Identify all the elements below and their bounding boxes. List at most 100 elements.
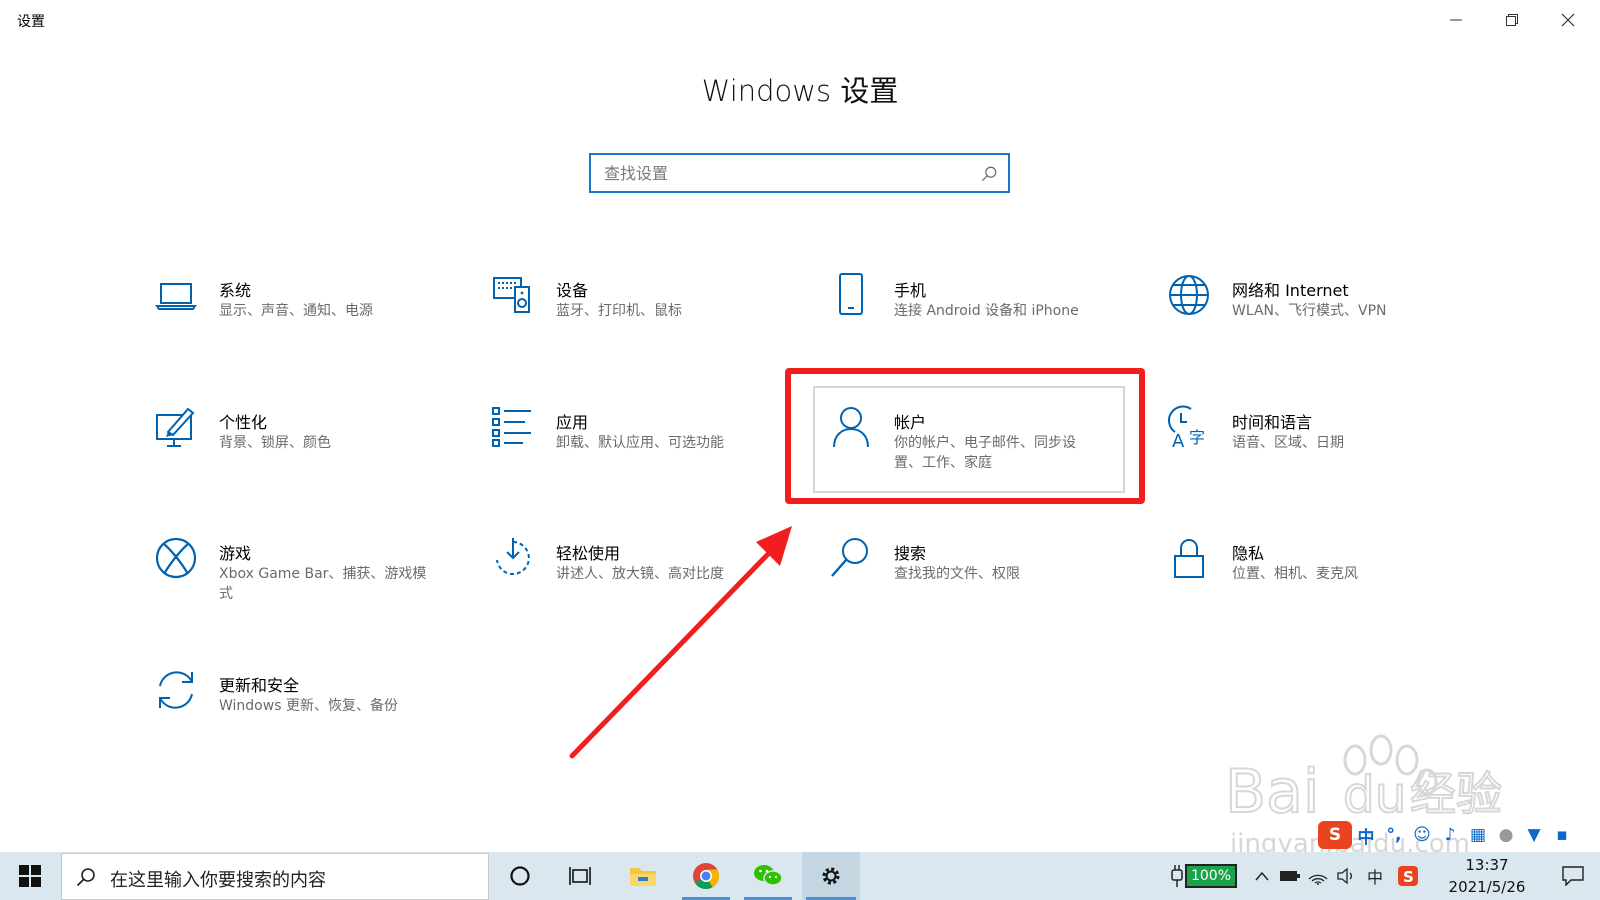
search-box[interactable]: [589, 153, 1010, 193]
tile-description: 卸载、默认应用、可选功能: [556, 435, 724, 451]
title-bar: 设置: [0, 0, 1600, 40]
ime-toolbar[interactable]: S 中 °, ☺ ♪ ▦ ● ▼ ▪: [1318, 818, 1600, 852]
sogou-logo-icon[interactable]: S: [1318, 821, 1352, 849]
tile-network[interactable]: 网络和 Internet WLAN、飞行模式、VPN: [1167, 273, 1467, 373]
input-language-indicator[interactable]: 中: [1361, 852, 1389, 900]
tile-description: 显示、声音、通知、电源: [219, 303, 373, 319]
tile-description: Xbox Game Bar、捕获、游戏模式: [219, 566, 427, 602]
keyboard-icon[interactable]: ▦: [1464, 821, 1492, 849]
ime-language-indicator[interactable]: 中: [1352, 821, 1380, 849]
tile-devices[interactable]: 设备 蓝牙、打印机、鼠标: [491, 273, 791, 373]
tile-title: 个性化: [219, 413, 268, 432]
system-clock[interactable]: 13:37 2021/5/26: [1432, 854, 1542, 898]
user-icon[interactable]: ●: [1492, 821, 1520, 849]
watermark-cn: 经验: [1410, 767, 1502, 821]
file-explorer-button[interactable]: [615, 852, 671, 900]
tile-title: 时间和语言: [1232, 413, 1313, 432]
tile-description: 位置、相机、麦克风: [1232, 566, 1358, 582]
tile-title: 搜索: [894, 544, 927, 563]
tile-title: 更新和安全: [219, 676, 300, 695]
tile-description: 连接 Android 设备和 iPhone: [894, 303, 1079, 319]
skin-icon[interactable]: ▼: [1520, 821, 1548, 849]
tile-gaming[interactable]: 游戏 Xbox Game Bar、捕获、游戏模式: [154, 536, 454, 636]
clock-time: 13:37: [1465, 856, 1509, 874]
tile-update-security[interactable]: 更新和安全 Windows 更新、恢复、备份: [154, 668, 454, 768]
lock-icon: [1167, 536, 1211, 580]
close-button[interactable]: [1540, 0, 1596, 40]
task-view-button[interactable]: [552, 852, 608, 900]
highlight-rectangle: [785, 368, 1145, 504]
tile-title: 网络和 Internet: [1232, 281, 1349, 300]
search-icon: [981, 166, 997, 182]
microphone-icon[interactable]: ♪: [1436, 821, 1464, 849]
tile-phone[interactable]: 手机 连接 Android 设备和 iPhone: [829, 273, 1129, 373]
tile-title: 隐私: [1232, 544, 1265, 563]
window-title: 设置: [17, 14, 45, 30]
search-input[interactable]: [591, 155, 1008, 191]
task-view-icon: [569, 867, 591, 885]
watermark-brand2: du: [1343, 766, 1406, 824]
tile-description: 背景、锁屏、颜色: [219, 435, 331, 451]
tile-description: 蓝牙、打印机、鼠标: [556, 303, 682, 319]
chrome-button[interactable]: [678, 852, 734, 900]
volume-icon[interactable]: [1333, 852, 1359, 900]
svg-text:S: S: [1403, 868, 1414, 886]
punctuation-icon[interactable]: °,: [1380, 821, 1408, 849]
tile-system[interactable]: 系统 显示、声音、通知、电源: [154, 273, 454, 373]
chrome-icon: [693, 863, 720, 890]
settings-taskbar-button[interactable]: [802, 852, 860, 900]
laptop-icon: [154, 273, 198, 317]
minimize-icon: [1450, 19, 1462, 21]
windows-logo-icon: [19, 865, 41, 887]
start-button[interactable]: [0, 852, 60, 900]
tile-description: WLAN、飞行模式、VPN: [1232, 303, 1387, 319]
search-icon: [829, 536, 873, 580]
devices-icon: [491, 273, 535, 317]
cortana-button[interactable]: [492, 852, 548, 900]
tile-description: 查找我的文件、权限: [894, 566, 1020, 582]
tile-time-language[interactable]: A字 时间和语言 语音、区域、日期: [1167, 405, 1467, 505]
ease-of-access-icon: [491, 536, 535, 580]
tile-description: 语音、区域、日期: [1232, 435, 1344, 451]
tile-title: 设备: [556, 281, 589, 300]
taskbar: 在这里输入你要搜索的内容 100% 中 S 13:37 2021/5/26: [0, 852, 1600, 900]
battery-icon[interactable]: [1277, 852, 1303, 900]
phone-icon: [829, 273, 873, 317]
update-icon: [154, 668, 198, 712]
tile-title: 游戏: [219, 544, 252, 563]
svg-text:字: 字: [1189, 428, 1205, 447]
minimize-button[interactable]: [1428, 0, 1484, 40]
wechat-icon: [754, 865, 783, 886]
power-plug-icon[interactable]: [1168, 852, 1186, 900]
toolbox-icon[interactable]: ▪: [1548, 821, 1576, 849]
time-language-icon: A字: [1167, 405, 1211, 452]
wifi-icon[interactable]: [1305, 852, 1331, 900]
action-center-button[interactable]: [1548, 852, 1598, 900]
clock-date: 2021/5/26: [1448, 878, 1526, 896]
tile-privacy[interactable]: 隐私 位置、相机、麦克风: [1167, 536, 1467, 636]
xbox-icon: [154, 536, 198, 580]
chevron-up-icon[interactable]: [1249, 852, 1275, 900]
search-icon: [76, 868, 95, 887]
taskbar-search-box[interactable]: 在这里输入你要搜索的内容: [61, 853, 489, 900]
tile-apps[interactable]: 应用 卸载、默认应用、可选功能: [491, 405, 791, 505]
tile-title: 手机: [894, 281, 927, 300]
tile-title: 系统: [219, 281, 252, 300]
apps-list-icon: [491, 405, 535, 449]
wechat-button[interactable]: [740, 852, 796, 900]
battery-percentage[interactable]: 100%: [1185, 864, 1237, 888]
tile-description: Windows 更新、恢复、备份: [219, 698, 398, 714]
cortana-icon: [510, 866, 530, 886]
emoji-icon[interactable]: ☺: [1408, 821, 1436, 849]
restore-icon: [1506, 14, 1518, 26]
notification-icon: [1562, 866, 1584, 886]
globe-icon: [1167, 273, 1211, 317]
red-arrow-annotation: [569, 526, 792, 759]
sogou-tray-icon[interactable]: S: [1393, 852, 1423, 900]
tile-search[interactable]: 搜索 查找我的文件、权限: [829, 536, 1129, 636]
tile-personalization[interactable]: 个性化 背景、锁屏、颜色: [154, 405, 454, 505]
folder-icon: [630, 868, 656, 886]
gear-icon: [822, 867, 840, 885]
close-icon: [1561, 13, 1575, 27]
restore-button[interactable]: [1484, 0, 1540, 40]
